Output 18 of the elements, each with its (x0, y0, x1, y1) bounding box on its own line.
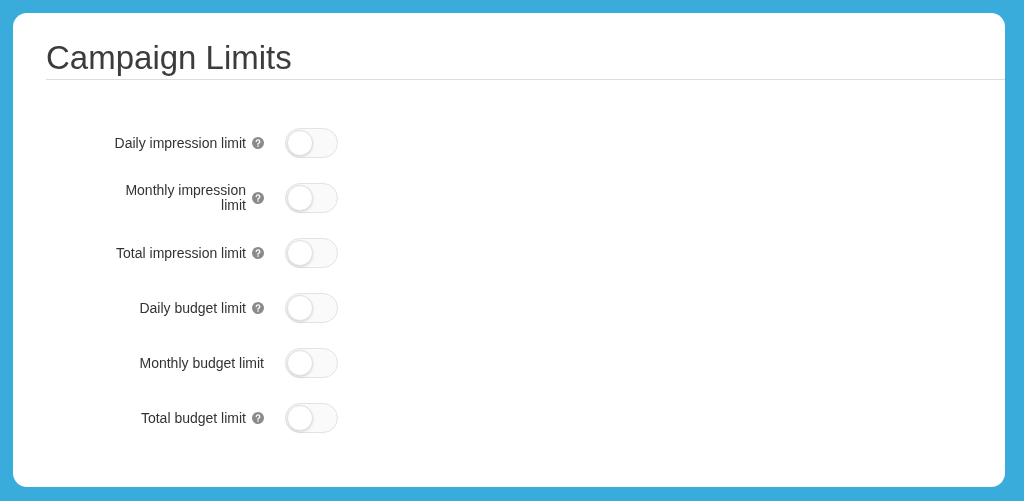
field-label: Daily impression limit (114, 135, 246, 151)
help-icon[interactable] (252, 302, 264, 314)
toggle-switch[interactable] (285, 293, 338, 323)
help-icon[interactable] (252, 192, 264, 204)
field-label: Monthly impression limit (124, 183, 246, 213)
field-label: Monthly budget limit (139, 355, 264, 371)
toggle-switch[interactable] (285, 128, 338, 158)
field-label: Total impression limit (116, 245, 246, 261)
field-label: Total budget limit (140, 410, 246, 426)
help-icon[interactable] (252, 412, 264, 424)
field-label: Daily budget limit (139, 300, 246, 316)
toggle-switch[interactable] (285, 403, 338, 433)
toggle-switch[interactable] (285, 183, 338, 213)
toggle-switch[interactable] (285, 348, 338, 378)
toggle-switch[interactable] (285, 238, 338, 268)
help-icon[interactable] (252, 137, 264, 149)
help-icon[interactable] (252, 247, 264, 259)
section-title: Campaign Limits (46, 38, 292, 78)
